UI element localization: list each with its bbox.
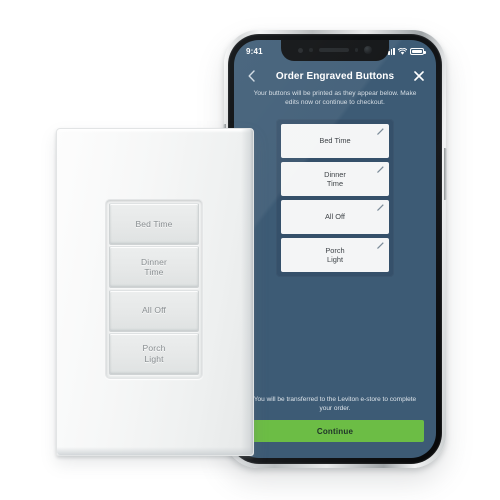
- engrave-key-porch-light[interactable]: Porch Light: [281, 238, 389, 272]
- checkout-transfer-note: You will be transferred to the Leviton e…: [253, 396, 417, 412]
- page-title: Order Engraved Buttons: [275, 70, 395, 82]
- wall-switch-plate: Bed Time Dinner Time All Off Porch Light: [56, 128, 254, 456]
- phone-screen: 9:41 Order Engraved Buttons Your buttons…: [234, 40, 436, 458]
- plate-bottom-edge: [57, 447, 253, 455]
- engrave-key-dinner-time[interactable]: Dinner Time: [281, 162, 389, 196]
- smartphone-mockup: 9:41 Order Engraved Buttons Your buttons…: [223, 30, 447, 468]
- pencil-edit-icon[interactable]: [376, 241, 385, 250]
- pencil-edit-icon[interactable]: [376, 127, 385, 136]
- status-icon-group: [385, 47, 426, 55]
- page-subtitle: Your buttons will be printed as they app…: [253, 90, 417, 106]
- engrave-key-label: Porch Light: [325, 245, 345, 265]
- engraved-buttons-preview-panel: Bed Time Dinner Time All Off Porch Light: [276, 119, 394, 277]
- pencil-edit-icon[interactable]: [376, 165, 385, 174]
- earpiece-speaker-icon: [318, 48, 349, 52]
- engrave-key-label: Dinner Time: [324, 169, 346, 189]
- plate-key-all-off[interactable]: All Off: [109, 289, 199, 332]
- phone-notch: [281, 40, 389, 61]
- plate-key-label: Porch Light: [142, 343, 166, 364]
- power-button[interactable]: [444, 148, 447, 200]
- plate-key-dinner-time[interactable]: Dinner Time: [109, 246, 199, 289]
- battery-fill: [412, 49, 422, 53]
- engrave-key-label: Bed Time: [319, 136, 351, 146]
- wifi-icon: [398, 47, 407, 55]
- plate-top-highlight: [59, 130, 251, 133]
- plate-key-label: All Off: [141, 305, 167, 316]
- close-x-icon[interactable]: [412, 69, 426, 83]
- engrave-key-bed-time[interactable]: Bed Time: [281, 124, 389, 158]
- front-camera-icon: [364, 46, 372, 54]
- product-composite-scene: Bed Time Dinner Time All Off Porch Light: [0, 0, 500, 500]
- ambient-light-sensor-icon: [309, 48, 313, 52]
- app-header: Order Engraved Buttons: [244, 65, 426, 87]
- continue-button[interactable]: Continue: [246, 420, 424, 442]
- continue-button-label: Continue: [316, 426, 354, 436]
- app-content: Order Engraved Buttons Your buttons will…: [234, 62, 436, 458]
- proximity-sensor-icon: [298, 47, 303, 53]
- infrared-sensor-icon: [354, 48, 358, 52]
- plate-key-label: Dinner Time: [141, 256, 167, 278]
- pencil-edit-icon[interactable]: [376, 203, 385, 212]
- plate-button-group: Bed Time Dinner Time All Off Porch Light: [105, 199, 203, 379]
- plate-right-edge: [241, 129, 253, 455]
- chevron-left-icon[interactable]: [244, 69, 258, 83]
- engrave-key-label: All Off: [325, 212, 345, 222]
- plate-key-label: Bed Time: [135, 218, 173, 229]
- plate-key-bed-time[interactable]: Bed Time: [109, 203, 199, 245]
- status-time: 9:41: [246, 46, 263, 56]
- plate-key-porch-light[interactable]: Porch Light: [109, 332, 199, 375]
- battery-icon: [410, 47, 426, 55]
- engrave-key-all-off[interactable]: All Off: [281, 200, 389, 234]
